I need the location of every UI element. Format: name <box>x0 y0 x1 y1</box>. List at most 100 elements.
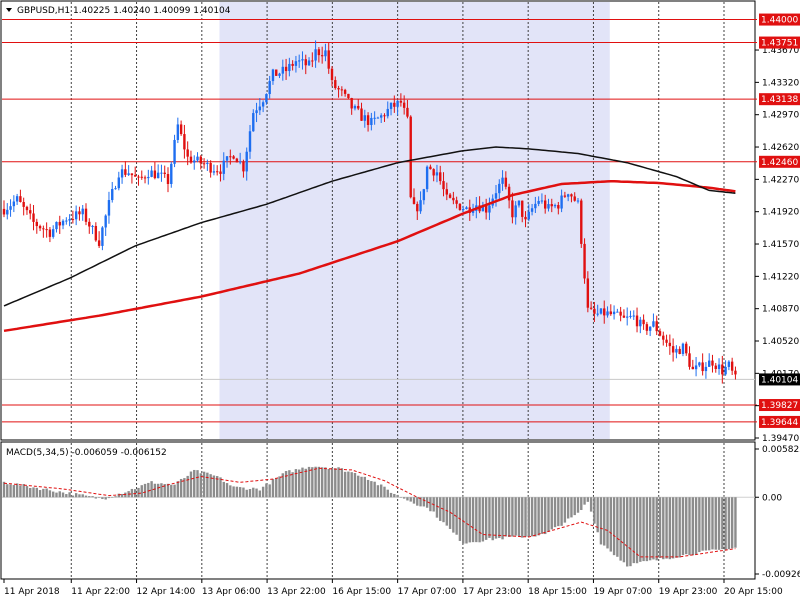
macd-bar <box>675 497 678 558</box>
macd-bar <box>724 497 727 551</box>
macd-bar <box>258 490 262 498</box>
macd-bar <box>91 496 94 498</box>
macd-bar <box>688 497 691 556</box>
macd-bar <box>173 484 176 498</box>
macd-bar <box>504 497 508 537</box>
macd-bar <box>396 494 399 498</box>
selected-range-shading <box>219 2 610 439</box>
macd-bar <box>557 497 560 527</box>
macd-bar <box>380 484 383 498</box>
macd-bar <box>42 488 45 498</box>
level-tag-label: 1.44000 <box>761 16 798 26</box>
macd-bar <box>330 467 334 498</box>
macd-bar <box>117 493 120 498</box>
macd-bar <box>655 497 658 561</box>
macd-bar <box>393 493 396 498</box>
macd-bar <box>642 497 645 562</box>
macd-bar <box>373 481 376 498</box>
macd-bar <box>435 497 439 518</box>
macd-bar <box>409 497 412 502</box>
macd-bar <box>229 485 232 498</box>
level-tag-label: 1.39827 <box>761 401 798 411</box>
macd-bar <box>248 489 252 498</box>
macd-bar <box>462 497 465 544</box>
macd-bar <box>232 486 235 498</box>
x-tick-label: 11 Apr 2018 <box>4 587 60 597</box>
macd-bar <box>593 497 596 524</box>
macd-bar <box>727 497 731 550</box>
macd-bar <box>701 497 704 551</box>
macd-bar <box>55 492 58 498</box>
macd-bar <box>566 497 570 519</box>
macd-bar <box>507 497 511 537</box>
macd-bar <box>32 487 35 498</box>
macd-bar <box>730 497 734 549</box>
macd-bar <box>717 497 721 550</box>
macd-bar <box>88 496 91 498</box>
macd-bar <box>626 497 629 567</box>
x-tick-label: 19 Apr 23:00 <box>659 587 718 597</box>
macd-bar <box>478 497 481 543</box>
macd-bar <box>278 476 281 498</box>
macd-bar <box>12 485 16 498</box>
price-axis: 1.436701.433201.429701.426201.422701.419… <box>755 13 800 444</box>
macd-bar <box>193 469 196 498</box>
macd-bar <box>222 481 225 498</box>
macd-bar <box>143 483 147 498</box>
macd-bar <box>517 497 521 537</box>
macd-bar <box>81 494 84 498</box>
macd-bar <box>629 497 632 567</box>
macd-bar <box>406 497 409 501</box>
macd-bar <box>317 466 321 498</box>
macd-bar <box>550 497 553 530</box>
macd-bar <box>576 497 580 513</box>
macd-bar <box>376 485 380 498</box>
svg-text:GBPUSD,H1 1.40225 1.40240 1.40: GBPUSD,H1 1.40225 1.40240 1.40099 1.4010… <box>17 6 231 16</box>
candle <box>275 69 278 76</box>
macd-bar <box>714 497 717 550</box>
time-axis: 11 Apr 2018 11 Apr 22:00 12 Apr 14:00 13 Ap… <box>3 579 783 597</box>
macd-bar <box>511 497 514 537</box>
macd-bar <box>540 497 544 534</box>
macd-bar <box>553 497 557 528</box>
macd-bar <box>150 481 153 498</box>
macd-bar <box>698 497 701 553</box>
macd-bar <box>314 466 317 498</box>
macd-bar <box>586 497 590 502</box>
y-tick-label: 1.42270 <box>762 175 799 185</box>
macd-bar <box>311 467 314 498</box>
macd-bar <box>238 487 242 498</box>
candle <box>599 308 603 315</box>
macd-bar <box>708 497 711 551</box>
macd-bar <box>350 472 353 498</box>
macd-bar <box>114 496 117 498</box>
x-tick-label: 19 Apr 07:00 <box>593 587 652 597</box>
macd-bar <box>61 492 65 498</box>
macd-bar <box>65 494 68 498</box>
macd-bar <box>9 484 12 498</box>
macd-bar <box>196 470 199 498</box>
x-tick-label: 12 Apr 14:00 <box>137 587 196 597</box>
macd-bar <box>219 477 222 498</box>
macd-bar <box>383 486 386 498</box>
macd-bar <box>176 481 180 498</box>
macd-bar <box>52 491 55 498</box>
macd-bar <box>170 484 173 498</box>
macd-bar <box>84 495 88 498</box>
macd-bar <box>242 487 245 498</box>
macd-bar <box>619 497 622 561</box>
y-tick-label: 1.41220 <box>762 272 799 282</box>
candle <box>409 115 412 199</box>
y-tick-label: 1.40870 <box>762 305 799 315</box>
macd-bar <box>137 487 140 498</box>
macd-bar <box>711 497 714 550</box>
level-tag-label: 1.43138 <box>761 95 798 105</box>
macd-y-tick-label: 0.005825 <box>762 445 800 455</box>
y-tick-label: 1.39470 <box>762 434 799 444</box>
y-tick-label: 1.43320 <box>762 78 799 88</box>
macd-bar <box>442 497 445 523</box>
macd-bar <box>19 485 22 498</box>
candle <box>425 165 429 193</box>
macd-bar <box>422 497 426 507</box>
macd-bar <box>58 491 61 498</box>
